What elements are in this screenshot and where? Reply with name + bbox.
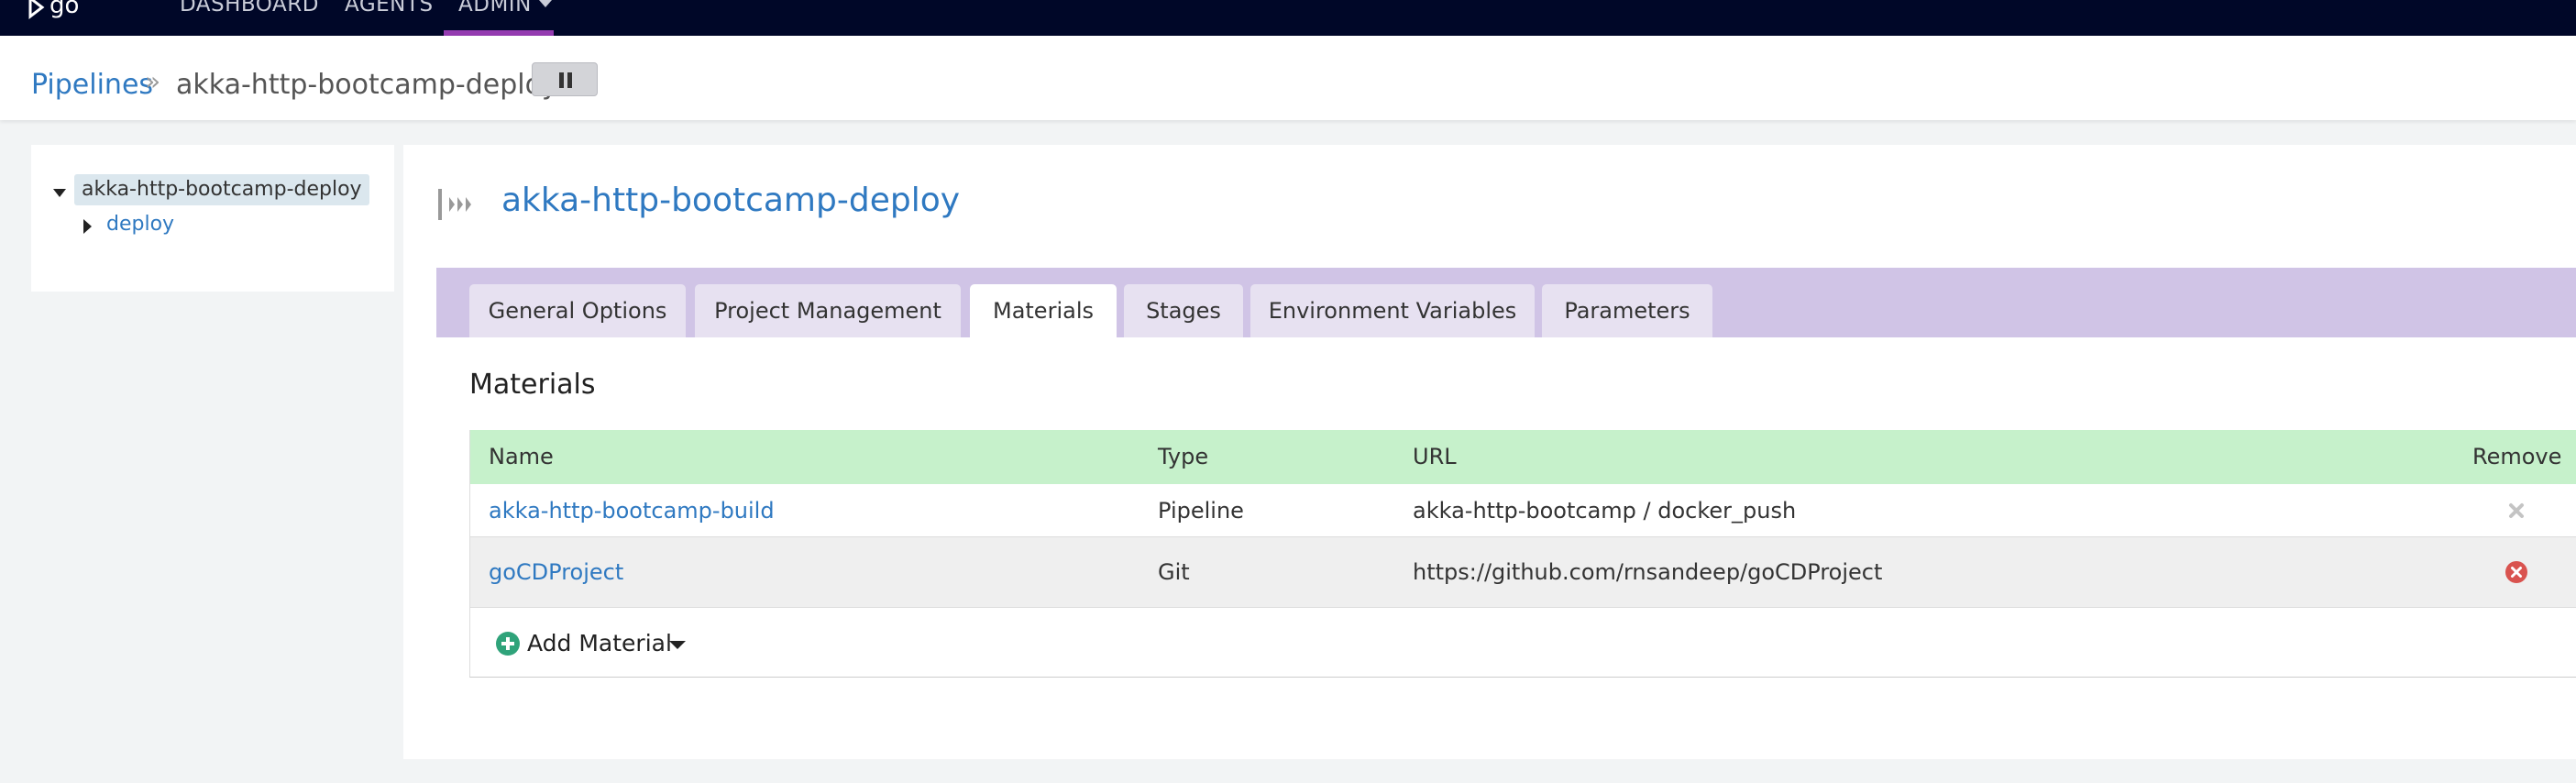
table-header-row: Name Type URL Remove	[470, 430, 2576, 484]
breadcrumb-pipelines-link[interactable]: Pipelines	[31, 69, 153, 101]
add-circle-icon	[496, 632, 520, 656]
tree-item-pipeline[interactable]: akka-http-bootcamp-deploy	[74, 174, 369, 205]
tab-stages[interactable]: Stages	[1124, 284, 1243, 337]
config-tabs-bar: General Options Project Management Mater…	[436, 268, 2576, 337]
nav-agents-link[interactable]: AGENTS	[345, 0, 434, 22]
material-type: Pipeline	[1158, 497, 1244, 524]
column-header-remove: Remove	[2472, 444, 2562, 469]
top-nav-bar: go DASHBOARD AGENTS ADMIN	[0, 0, 2576, 36]
caret-down-icon	[669, 641, 686, 649]
breadcrumb-current-pipeline: akka-http-bootcamp-deploy	[176, 69, 558, 101]
materials-table: Name Type URL Remove akka-http-bootcamp-…	[469, 430, 2576, 678]
pipeline-icon	[438, 189, 471, 220]
tab-project-management[interactable]: Project Management	[695, 284, 961, 337]
remove-disabled-icon	[2509, 503, 2524, 518]
svg-text:go: go	[50, 0, 79, 19]
tab-general-options[interactable]: General Options	[469, 284, 686, 337]
tab-environment-variables[interactable]: Environment Variables	[1250, 284, 1535, 337]
add-material-label: Add Material	[527, 630, 672, 656]
chevron-down-icon[interactable]	[539, 0, 552, 7]
go-logo-icon[interactable]: go	[28, 0, 101, 22]
material-type: Git	[1158, 559, 1190, 585]
table-row: goCDProject Git https://github.com/rnsan…	[470, 537, 2576, 608]
pipeline-config-panel: akka-http-bootcamp-deploy General Option…	[403, 145, 2576, 759]
breadcrumb-separator: »	[145, 66, 161, 96]
tab-materials[interactable]: Materials	[970, 284, 1117, 337]
caret-right-icon[interactable]	[83, 219, 92, 234]
page-title: akka-http-bootcamp-deploy	[501, 182, 961, 219]
column-header-type: Type	[1158, 444, 1209, 469]
pipeline-tree-panel: akka-http-bootcamp-deploy deploy	[31, 145, 394, 292]
material-name-link[interactable]: akka-http-bootcamp-build	[489, 484, 775, 536]
tree-item-stage[interactable]: deploy	[106, 213, 174, 236]
pause-icon	[559, 72, 564, 88]
material-name-link[interactable]: goCDProject	[489, 537, 623, 607]
remove-enabled-icon[interactable]	[2504, 560, 2528, 584]
column-header-url: URL	[1413, 444, 1457, 469]
add-material-dropdown[interactable]: Add Material	[470, 608, 2576, 678]
nav-dashboard-link[interactable]: DASHBOARD	[180, 0, 319, 22]
caret-down-icon[interactable]	[53, 189, 66, 197]
nav-admin-menu[interactable]: ADMIN	[458, 0, 532, 22]
material-url: akka-http-bootcamp / docker_push	[1413, 497, 1797, 524]
column-header-name: Name	[489, 444, 554, 469]
material-url: https://github.com/rnsandeep/goCDProject	[1413, 559, 1883, 585]
pause-pipeline-button[interactable]	[532, 62, 598, 96]
tab-parameters[interactable]: Parameters	[1542, 284, 1712, 337]
pause-icon	[567, 72, 572, 88]
materials-section-title: Materials	[469, 369, 596, 401]
page-header: Pipelines » akka-http-bootcamp-deploy	[0, 36, 2576, 120]
table-row: akka-http-bootcamp-build Pipeline akka-h…	[470, 484, 2576, 537]
